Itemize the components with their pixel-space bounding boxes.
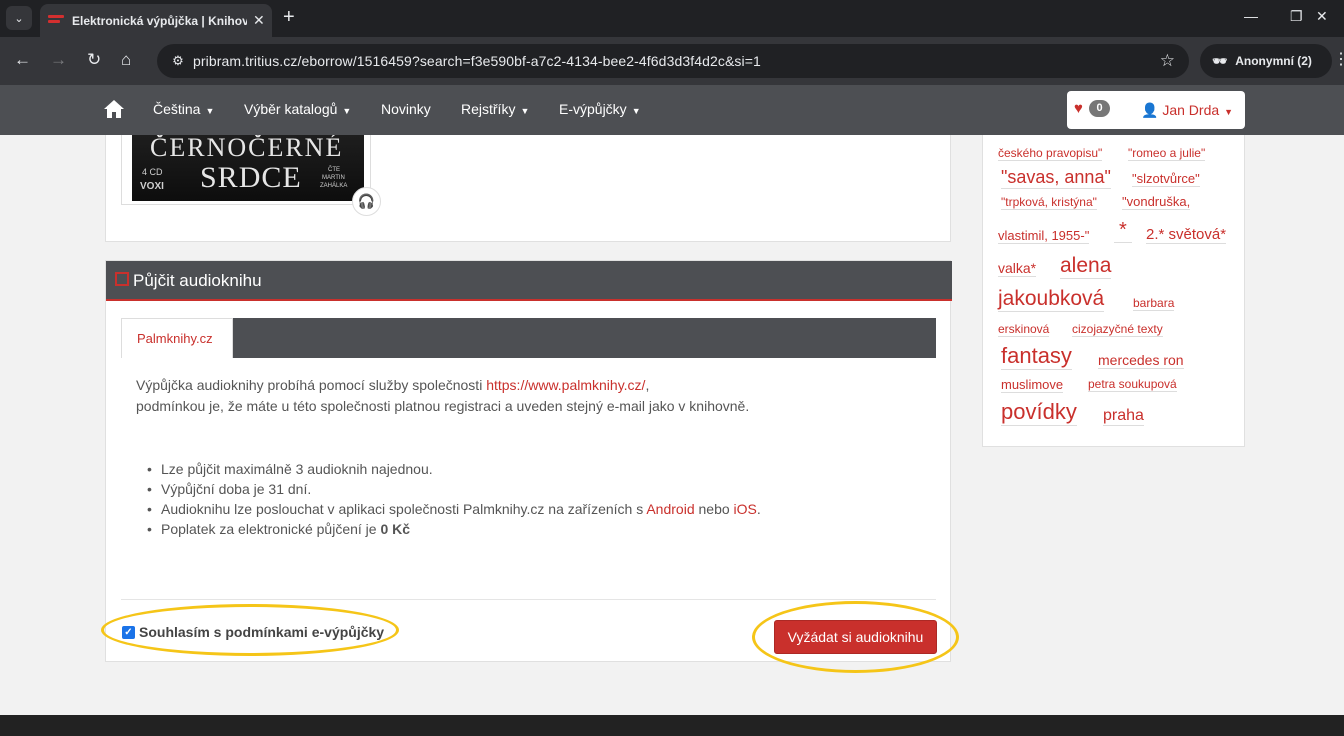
tag[interactable]: petra soukupová [1088,377,1177,392]
bookmark-star-icon[interactable]: ☆ [1160,51,1175,71]
address-bar[interactable]: ⚙ pribram.tritius.cz/eborrow/1516459?sea… [157,44,1189,78]
tab-palmknihy[interactable]: Palmknihy.cz [121,318,233,358]
tag[interactable]: "trpková, kristýna" [1001,195,1097,210]
highlight-submit [752,601,959,673]
tag[interactable]: českého pravopisu" [998,146,1103,161]
incognito-icon: 🕶 [1212,54,1228,68]
conditions-list: Lze půjčit maximálně 3 audioknih najedno… [147,459,761,539]
caret-down-icon: ▼ [205,106,215,116]
site-navbar: Čeština ▼ Výběr katalogů ▼ Novinky Rejstří… [0,85,1344,135]
tag[interactable]: alena [1060,254,1112,279]
headphones-icon: 🎧 [352,187,381,216]
tag[interactable]: praha [1103,407,1144,426]
maximize-button[interactable]: ❐ [1290,8,1303,25]
url-text: pribram.tritius.cz/eborrow/1516459?searc… [193,53,761,69]
minimize-button[interactable]: — [1244,8,1258,24]
tag[interactable]: "vondruška, [1122,194,1191,210]
tag[interactable]: vlastimil, 1955-" [998,228,1090,244]
fee-value: 0 Kč [380,521,411,537]
tag-cloud-panel: českého pravopisu" "romeo a julie" "sava… [982,135,1245,447]
new-tab-button[interactable]: + [283,6,295,28]
menu-eborrow[interactable]: E-výpůjčky ▼ [559,101,641,117]
tag[interactable]: povídky [1001,399,1077,426]
cover-reader-3: ZAHÁLKA [320,183,348,189]
site-settings-icon[interactable]: ⚙ [163,53,193,69]
page-footer [0,715,1344,736]
user-icon: 👤 [1141,102,1159,118]
cover-reader-1: ČTE [328,167,340,173]
caret-down-icon: ▼ [520,106,530,116]
tag[interactable]: erskinová [998,322,1050,337]
favorites-badge: 0 [1089,100,1110,117]
divider [121,599,936,600]
caret-down-icon: ▼ [1224,107,1234,117]
provider-tabs: Palmknihy.cz [121,318,936,358]
tag[interactable]: barbara [1133,296,1175,311]
panel-header: Půjčit audioknihu [106,261,952,301]
description: Výpůjčka audioknihy probíhá pomocí služb… [136,375,926,417]
menu-registers[interactable]: Rejstříky ▼ [461,101,529,117]
cover-reader-2: MARTIN [322,175,345,181]
site-favicon-icon [48,14,64,27]
list-item: Poplatek za elektronické půjčení je 0 Kč [147,519,761,539]
caret-down-icon: ▼ [631,106,641,116]
menu-news[interactable]: Novinky [381,101,431,117]
incognito-indicator[interactable]: 🕶 Anonymní (2) [1200,44,1332,78]
tag[interactable]: jakoubková [998,287,1105,312]
list-item: Lze půjčit maximálně 3 audioknih najedno… [147,459,761,479]
forward-button[interactable]: → [50,49,67,71]
cover-brand: VOXI [140,181,164,192]
cover-title-line2: SRDCE [200,161,302,194]
list-item: Audioknihu lze poslouchat v aplikaci spo… [147,499,761,519]
tab-search-button[interactable]: ⌄ [6,6,32,30]
tag[interactable]: * [1114,219,1132,243]
list-item: Výpůjční doba je 31 dní. [147,479,761,499]
user-box: ♥ 0 👤 Jan Drda ▼ [1067,91,1245,129]
ios-link[interactable]: iOS [734,501,757,517]
panel-title: Půjčit audioknihu [133,271,262,290]
tag[interactable]: cizojazyčné texty [1072,322,1163,337]
palmknihy-link[interactable]: https://www.palmknihy.cz/ [486,377,645,393]
user-menu[interactable]: 👤 Jan Drda ▼ [1141,102,1233,119]
tab-title: Elektronická výpůjčka | Knihovna [72,13,247,28]
incognito-label: Anonymní (2) [1235,54,1312,68]
square-icon [115,272,129,286]
description-line2: podmínkou je, že máte u této společnosti… [136,398,750,414]
book-cover-frame: ČERNOČERNÉ SRDCE 4 CD VOXI ČTE MARTIN ZA… [121,135,371,205]
tag[interactable]: 2.* světová* [1146,226,1227,244]
heart-icon[interactable]: ♥ [1074,100,1083,117]
description-comma: , [645,377,650,393]
close-tab-icon[interactable]: ✕ [253,12,265,29]
cover-title-line1: ČERNOČERNÉ [150,135,344,162]
highlight-consent [101,604,399,656]
tag[interactable]: "romeo a julie" [1128,146,1206,161]
close-window-button[interactable]: ✕ [1316,8,1328,25]
tag[interactable]: "slzotvůrce" [1132,171,1200,187]
back-button[interactable]: ← [14,49,31,71]
tag[interactable]: valka* [998,260,1037,277]
tag[interactable]: mercedes ron [1098,352,1184,369]
tag[interactable]: "savas, anna" [1001,167,1111,189]
browser-toolbar: ← → ↻ ⌂ ⚙ pribram.tritius.cz/eborrow/151… [0,37,1344,85]
home-button[interactable]: ⌂ [121,49,131,71]
home-icon[interactable] [104,100,124,118]
browser-menu-icon[interactable]: ⋮ [1333,49,1344,69]
caret-down-icon: ▼ [342,106,352,116]
browser-tabbar: ⌄ Elektronická výpůjčka | Knihovna ✕ + —… [0,0,1344,37]
menu-catalogs[interactable]: Výběr katalogů ▼ [244,101,351,117]
book-cover-image[interactable]: ČERNOČERNÉ SRDCE 4 CD VOXI ČTE MARTIN ZA… [132,135,364,201]
tag[interactable]: fantasy [1001,343,1072,370]
tag[interactable]: muslimove [1001,377,1064,393]
description-text: Výpůjčka audioknihy probíhá pomocí služb… [136,377,487,393]
cover-cd: 4 CD [142,167,163,177]
android-link[interactable]: Android [646,501,694,517]
menu-language[interactable]: Čeština ▼ [153,101,214,117]
reload-button[interactable]: ↻ [87,49,101,71]
browser-tab[interactable]: Elektronická výpůjčka | Knihovna ✕ [40,4,272,37]
